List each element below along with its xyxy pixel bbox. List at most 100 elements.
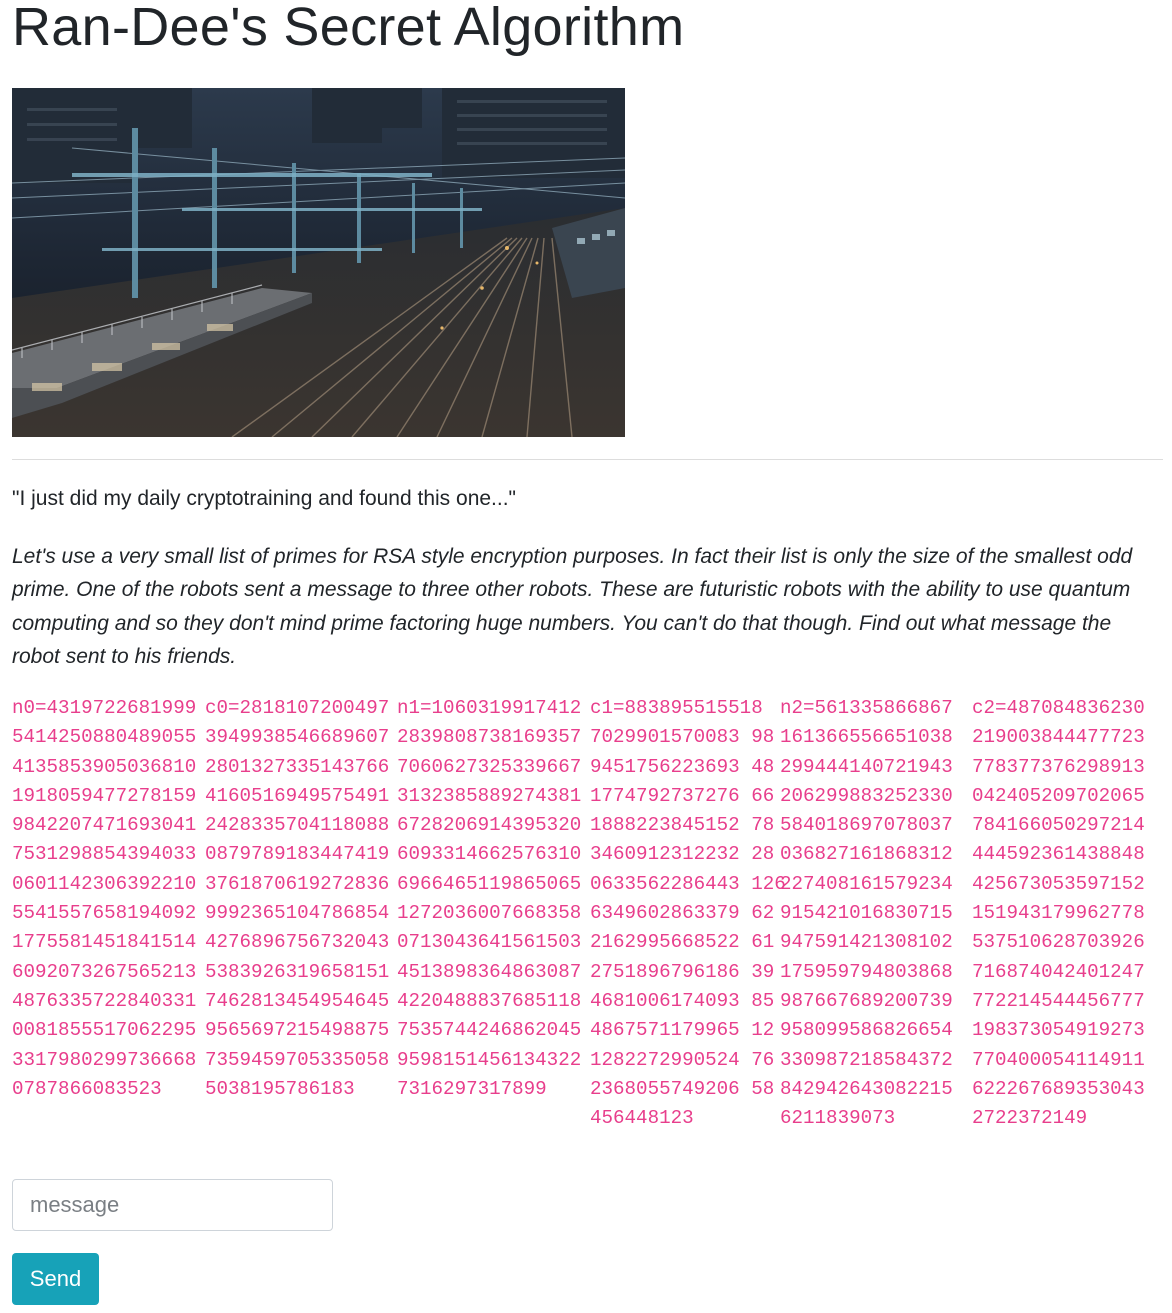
ciphertext-line: 219003844477723: [972, 726, 1145, 749]
ciphertext-line: 9598151456134322: [397, 1048, 582, 1071]
ciphertext-line: 6349602863379 62: [590, 902, 775, 925]
ciphertext-column-n0: n0=4319722681999 5414250880489055 413585…: [12, 694, 196, 1104]
ciphertext-line: 036827161868312: [780, 843, 953, 866]
message-input[interactable]: [12, 1179, 333, 1231]
ciphertext-line: 0879789183447419: [205, 843, 390, 866]
ciphertext-line: 4513898364863087: [397, 960, 582, 983]
ciphertext-line: 042405209702065: [972, 784, 1145, 807]
ciphertext-line: 456448123: [590, 1107, 694, 1130]
ciphertext-line: 958099586826654: [780, 1019, 953, 1042]
ciphertext-line: 5541557658194092: [12, 902, 197, 925]
ciphertext-column-c1: c1=883895515518 7029901570083 98 9451756…: [590, 694, 786, 1133]
send-button[interactable]: Send: [12, 1253, 99, 1305]
ciphertext-block: n0=4319722681999 5414250880489055 413585…: [12, 694, 1163, 1134]
ciphertext-line: 7462813454954645: [205, 989, 390, 1012]
ciphertext-line: 6966465119865065: [397, 872, 582, 895]
ciphertext-line: 7029901570083 98: [590, 726, 775, 749]
ciphertext-line: 1282272990524 76: [590, 1048, 775, 1071]
ciphertext-line: 1775581451841514: [12, 931, 197, 954]
ciphertext-line: 4681006174093 85: [590, 989, 775, 1012]
section-divider: [12, 459, 1163, 460]
ciphertext-line: 537510628703926: [972, 931, 1145, 954]
ciphertext-line: 2839808738169357: [397, 726, 582, 749]
ciphertext-line: 299444140721943: [780, 755, 953, 778]
ciphertext-line: 2368055749206 58: [590, 1077, 775, 1100]
ciphertext-line: 9451756223693 48: [590, 755, 775, 778]
ciphertext-line: 842942643082215: [780, 1077, 953, 1100]
ciphertext-line: 4867571179965 12: [590, 1019, 775, 1042]
intro-quote: "I just did my daily cryptotraining and …: [12, 487, 517, 510]
ciphertext-line: 7535744246862045: [397, 1019, 582, 1042]
ciphertext-column-n1: n1=1060319917412 2839808738169357 706062…: [397, 694, 581, 1104]
ciphertext-line: 1774792737276 66: [590, 784, 775, 807]
ciphertext-line: 3317980299736668: [12, 1048, 197, 1071]
ciphertext-line: 947591421308102: [780, 931, 953, 954]
ciphertext-line: 7531298854394033: [12, 843, 197, 866]
ciphertext-line: 784166050297214: [972, 814, 1145, 837]
rail-yard-photo-image: [12, 88, 625, 437]
ciphertext-line: 227408161579234: [780, 872, 953, 895]
challenge-description: Let's use a very small list of primes fo…: [12, 545, 1133, 669]
ciphertext-line: 444592361438848: [972, 843, 1145, 866]
ciphertext-line: 6093314662576310: [397, 843, 582, 866]
ciphertext-line: 151943179962778: [972, 902, 1145, 925]
ciphertext-line: 6092073267565213: [12, 960, 197, 983]
ciphertext-line: 5414250880489055: [12, 726, 197, 749]
ciphertext-line: 4135853905036810: [12, 755, 197, 778]
page-container: Ran-Dee's Secret Algorithm "I just did m…: [12, 0, 1163, 1305]
ciphertext-line: 3949938546689607: [205, 726, 390, 749]
ciphertext-line: 2751896796186 39: [590, 960, 775, 983]
ciphertext-line: 915421016830715: [780, 902, 953, 925]
ciphertext-line: 425673053597152: [972, 872, 1145, 895]
page-title: Ran-Dee's Secret Algorithm: [12, 0, 685, 57]
ciphertext-column-c0: c0=2818107200497 3949938546689607 280132…: [205, 694, 389, 1104]
ciphertext-line: 772214544456777: [972, 989, 1145, 1012]
ciphertext-column-c2: c2=487084836230 219003844477723 77837737…: [972, 694, 1145, 1133]
ciphertext-line: c0=2818107200497: [205, 697, 390, 719]
ciphertext-line: 584018697078037: [780, 814, 953, 837]
ciphertext-line: 206299883252330: [780, 784, 953, 807]
ciphertext-line: 3132385889274381: [397, 784, 582, 807]
ciphertext-line: 3460912312232 28: [590, 843, 775, 866]
ciphertext-line: 1918059477278159: [12, 784, 197, 807]
rail-yard-photo: [12, 88, 625, 437]
ciphertext-line: 2428335704118088: [205, 814, 390, 837]
ciphertext-line: n0=4319722681999: [12, 697, 197, 719]
ciphertext-line: 9842207471693041: [12, 814, 197, 837]
ciphertext-line: 5383926319658151: [205, 960, 390, 983]
ciphertext-line: 4276896756732043: [205, 931, 390, 954]
ciphertext-line: 778377376298913: [972, 755, 1145, 778]
ciphertext-line: 6728206914395320: [397, 814, 582, 837]
ciphertext-line: n2=561335866867: [780, 697, 953, 719]
ciphertext-line: 161366556651038: [780, 726, 953, 749]
ciphertext-line: 1888223845152 78: [590, 814, 775, 837]
ciphertext-line: 4160516949575491: [205, 784, 390, 807]
ciphertext-line: 175959794803868: [780, 960, 953, 983]
ciphertext-line: n1=1060319917412: [397, 697, 582, 719]
ciphertext-line: 2801327335143766: [205, 755, 390, 778]
ciphertext-line: 7316297317899: [397, 1077, 547, 1100]
ciphertext-line: 2722372149: [972, 1107, 1088, 1130]
ciphertext-line: 330987218584372: [780, 1048, 953, 1071]
ciphertext-line: 0081855517062295: [12, 1019, 197, 1042]
ciphertext-line: 7359459705335058: [205, 1048, 390, 1071]
ciphertext-column-n2: n2=561335866867 161366556651038 29944414…: [780, 694, 953, 1133]
ciphertext-line: 4220488837685118: [397, 989, 582, 1012]
ciphertext-line: 7060627325339667: [397, 755, 582, 778]
ciphertext-line: c1=883895515518: [590, 697, 763, 719]
ciphertext-line: 198373054919273: [972, 1019, 1145, 1042]
ciphertext-line: 622267689353043: [972, 1077, 1145, 1100]
ciphertext-line: 1272036007668358: [397, 902, 582, 925]
ciphertext-line: 0787866083523: [12, 1077, 162, 1100]
ciphertext-line: 9565697215498875: [205, 1019, 390, 1042]
ciphertext-line: 3761870619272836: [205, 872, 390, 895]
ciphertext-line: 9992365104786854: [205, 902, 390, 925]
ciphertext-line: 4876335722840331: [12, 989, 197, 1012]
ciphertext-line: 6211839073: [780, 1107, 896, 1130]
ciphertext-line: 987667689200739: [780, 989, 953, 1012]
ciphertext-line: c2=487084836230: [972, 697, 1145, 719]
ciphertext-line: 5038195786183: [205, 1077, 355, 1100]
ciphertext-line: 0601142306392210: [12, 872, 197, 895]
ciphertext-line: 2162995668522 61: [590, 931, 775, 954]
ciphertext-line: 716874042401247: [972, 960, 1145, 983]
